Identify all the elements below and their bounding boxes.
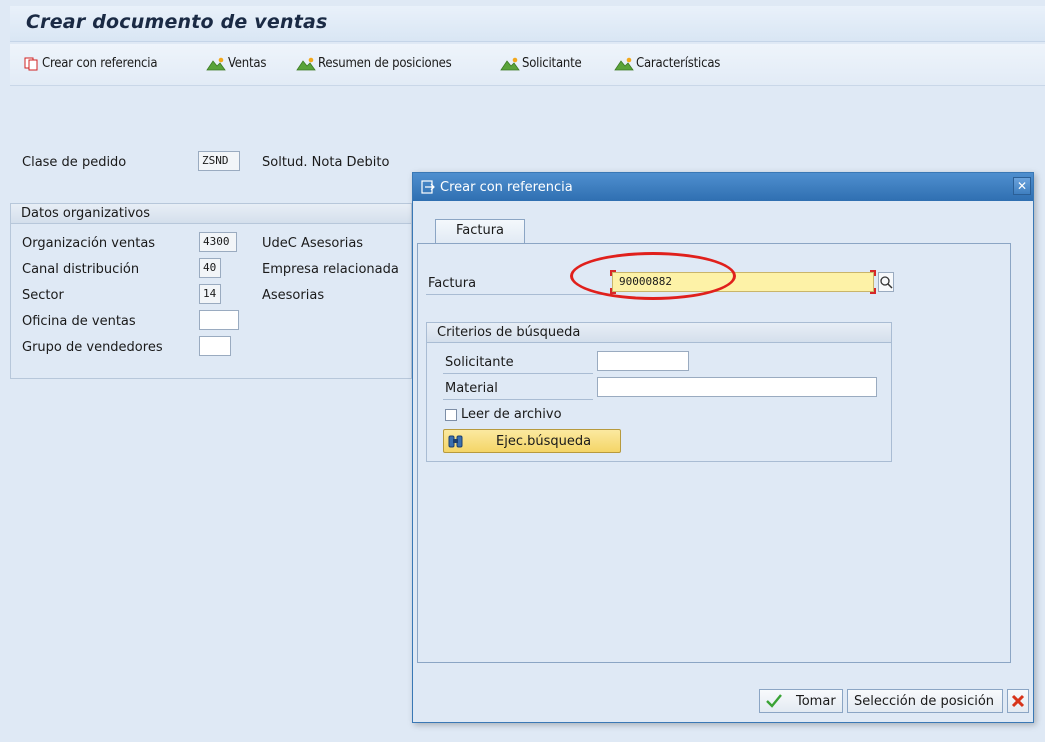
title-bar: Crear documento de ventas [10, 6, 1045, 42]
material-input[interactable] [597, 377, 877, 397]
seleccion-posicion-button[interactable]: Selección de posición [847, 689, 1003, 713]
org-row-label: Sector [22, 288, 64, 303]
sales-office-field[interactable] [199, 310, 239, 330]
solicitante-label: Solicitante [522, 56, 582, 71]
tomar-label: Tomar [796, 693, 836, 709]
tab-factura[interactable]: Factura [435, 219, 525, 243]
resumen-posiciones-label: Resumen de posiciones [318, 56, 452, 71]
close-button[interactable]: ✕ [1013, 177, 1031, 195]
solicitante-label: Solicitante [445, 355, 514, 370]
binoculars-icon [448, 435, 463, 448]
sales-group-field[interactable] [199, 336, 231, 356]
solicitante-input[interactable] [597, 351, 689, 371]
dialog-title: Crear con referencia [440, 179, 573, 195]
create-with-reference-label: Crear con referencia [42, 56, 158, 71]
seleccion-posicion-label: Selección de posición [854, 693, 995, 709]
search-help-button[interactable] [878, 272, 894, 292]
search-criteria-section: Criterios de búsqueda Solicitante Materi… [426, 322, 892, 462]
org-row-label: Oficina de ventas [22, 314, 136, 329]
leer-archivo-checkbox[interactable] [445, 409, 457, 421]
leer-archivo-label: Leer de archivo [461, 407, 562, 422]
execute-search-label: Ejec.búsqueda [496, 434, 592, 449]
label-underline [443, 373, 593, 374]
checkmark-icon [766, 694, 782, 708]
tomar-button[interactable]: Tomar [759, 689, 843, 713]
search-criteria-header: Criterios de búsqueda [427, 323, 891, 343]
execute-search-button[interactable]: Ejec.búsqueda [443, 429, 621, 453]
label-underline [443, 399, 593, 400]
org-row-description: Asesorias [262, 288, 325, 303]
solicitante-button[interactable]: Solicitante [500, 56, 582, 71]
cancel-button[interactable] [1007, 689, 1029, 713]
reference-doc-icon [421, 180, 435, 194]
sales-org-field[interactable]: 4300 [199, 232, 237, 252]
tab-panel-factura: Factura 90000882 Criterios de búsqueda S… [417, 243, 1011, 663]
mountain-icon [614, 57, 634, 70]
mountain-icon [500, 57, 520, 70]
order-type-label: Clase de pedido [22, 155, 127, 170]
highlight-ellipse [570, 252, 736, 300]
org-row-label: Canal distribución [22, 262, 140, 277]
ventas-button[interactable]: Ventas [206, 56, 266, 71]
material-label: Material [445, 381, 498, 396]
factura-label: Factura [428, 276, 477, 291]
magnifier-icon [880, 276, 893, 289]
mountain-icon [296, 57, 316, 70]
dialog-title-bar: Crear con referencia [413, 173, 1033, 201]
cancel-x-icon [1011, 694, 1025, 708]
required-marker [870, 288, 876, 294]
org-data-section: Datos organizativos Organización ventas … [10, 203, 412, 379]
org-row-label: Organización ventas [22, 236, 156, 251]
sector-field[interactable]: 14 [199, 284, 221, 304]
ventas-label: Ventas [228, 56, 267, 71]
order-type-description: Soltud. Nota Debito [262, 155, 390, 170]
caracteristicas-button[interactable]: Características [614, 56, 720, 71]
org-row-description: Empresa relacionada [262, 262, 399, 277]
mountain-icon [206, 57, 226, 70]
required-marker [870, 270, 876, 276]
org-row-description: UdeC Asesorias [262, 236, 364, 251]
org-data-header: Datos organizativos [11, 204, 411, 224]
resumen-posiciones-button[interactable]: Resumen de posiciones [296, 56, 452, 71]
application-toolbar: Crear con referencia Ventas Resumen de p… [10, 44, 1045, 86]
distribution-channel-field[interactable]: 40 [199, 258, 221, 278]
create-with-reference-dialog: Crear con referencia ✕ Factura Factura 9… [412, 172, 1034, 723]
page-title: Crear documento de ventas [26, 11, 328, 33]
caracteristicas-label: Características [636, 56, 721, 71]
org-row-label: Grupo de vendedores [22, 340, 163, 355]
order-type-field[interactable]: ZSND [198, 151, 240, 171]
label-underline [426, 294, 602, 295]
create-with-reference-button[interactable]: Crear con referencia [24, 56, 157, 71]
close-icon: ✕ [1016, 179, 1028, 193]
copy-doc-icon [24, 57, 38, 70]
